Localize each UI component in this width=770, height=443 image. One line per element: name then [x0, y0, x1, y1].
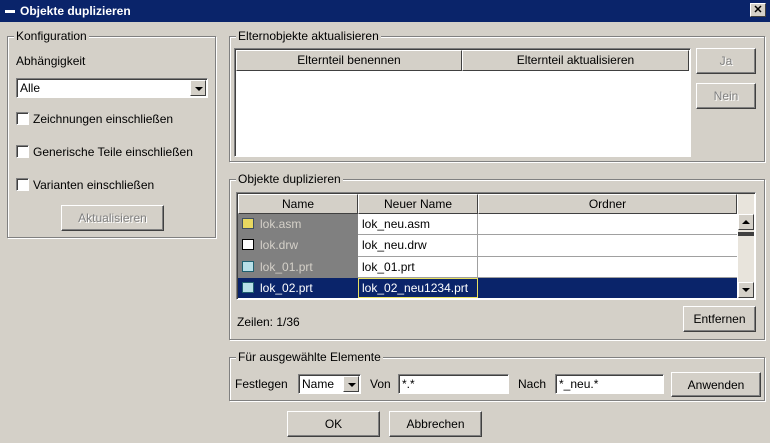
set-label: Festlegen [235, 377, 288, 391]
column-header-parent-update[interactable]: Elternteil aktualisieren [462, 50, 689, 71]
include-generic-parts-checkbox[interactable] [16, 145, 29, 158]
column-header-folder[interactable]: Ordner [478, 194, 737, 214]
include-variants-label: Varianten einschließen [33, 178, 155, 192]
assembly-icon [242, 218, 254, 229]
table-row-new-name[interactable]: lok_01.prt [358, 257, 478, 277]
drawing-icon [242, 239, 254, 250]
window-menu-icon[interactable] [5, 10, 15, 13]
row-name-text: lok_02.prt [260, 281, 313, 295]
table-row-name[interactable]: lok_01.prt [238, 257, 358, 277]
table-row-new-name[interactable]: lok_neu.asm [358, 214, 478, 234]
part-icon [242, 261, 254, 272]
dependency-value: Alle [20, 81, 41, 95]
from-label: Von [370, 377, 391, 391]
include-drawings-checkbox[interactable] [16, 112, 29, 125]
set-select[interactable]: Name [298, 374, 361, 394]
row-name-text: lok_01.prt [260, 260, 313, 274]
duplicate-objects-legend: Objekte duplizieren [236, 172, 343, 186]
scroll-up-icon[interactable] [738, 214, 754, 230]
chevron-down-icon[interactable] [190, 80, 206, 96]
to-value: *_neu.* [559, 377, 599, 391]
new-name-edit-field[interactable]: lok_02_neu1234.prt [358, 278, 478, 298]
yes-button[interactable]: Ja [696, 48, 756, 74]
close-button[interactable]: ✕ [750, 3, 766, 17]
rows-status: Zeilen: 1/36 [237, 315, 300, 329]
cancel-button[interactable]: Abbrechen [389, 411, 482, 437]
row-name-text: lok.drw [260, 238, 299, 252]
dependency-label: Abhängigkeit [16, 54, 86, 68]
include-variants-checkbox[interactable] [16, 178, 29, 191]
from-value: *.* [402, 377, 415, 391]
table-row-name[interactable]: lok.asm [238, 214, 358, 234]
apply-button[interactable]: Anwenden [671, 372, 761, 397]
scrollbar-thumb[interactable] [738, 232, 754, 236]
part-icon [242, 282, 254, 293]
column-header-parent-name[interactable]: Elternteil benennen [236, 50, 462, 71]
from-input[interactable]: *.* [398, 374, 509, 394]
include-drawings-label: Zeichnungen einschließen [33, 112, 174, 126]
set-value: Name [302, 377, 335, 391]
parent-objects-legend: Elternobjekte aktualisieren [236, 29, 381, 43]
chevron-down-icon[interactable] [343, 376, 359, 392]
include-generic-parts-label: Generische Teile einschließen [33, 145, 193, 159]
ok-button[interactable]: OK [287, 411, 380, 437]
scroll-down-icon[interactable] [738, 282, 754, 298]
column-header-new-name[interactable]: Neuer Name [358, 194, 478, 214]
column-header-name[interactable]: Name [238, 194, 358, 214]
title-bar: Objekte duplizieren ✕ [0, 0, 770, 22]
table-row-new-name[interactable]: lok_neu.drw [358, 235, 478, 255]
to-input[interactable]: *_neu.* [555, 374, 664, 394]
remove-button[interactable]: Entfernen [683, 306, 756, 332]
configuration-legend: Konfiguration [14, 29, 89, 43]
row-name-text: lok.asm [260, 217, 302, 231]
update-button[interactable]: Aktualisieren [61, 205, 164, 231]
to-label: Nach [518, 377, 547, 391]
table-row-name[interactable]: lok.drw [238, 235, 358, 255]
selected-elements-legend: Für ausgewählte Elemente [236, 350, 383, 364]
window-title: Objekte duplizieren [20, 4, 131, 18]
table-row-name[interactable]: lok_02.prt [238, 278, 358, 298]
dependency-select[interactable]: Alle [16, 78, 208, 98]
no-button[interactable]: Nein [696, 83, 756, 109]
